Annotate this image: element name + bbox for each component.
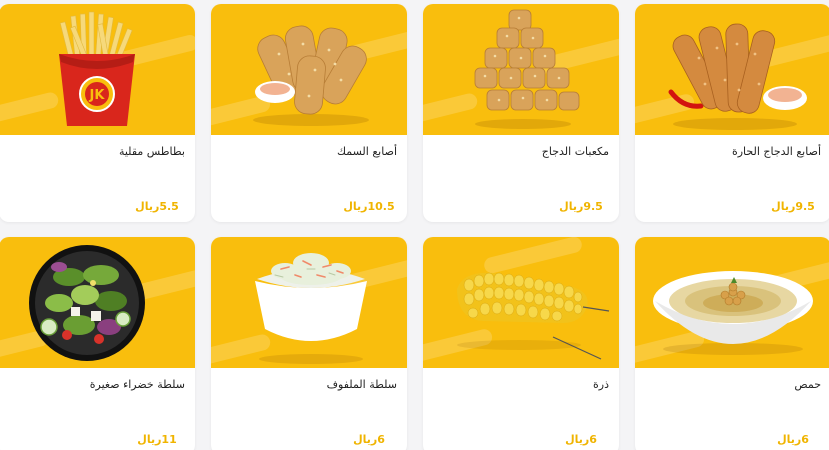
item-price: 11ريال: [137, 433, 177, 446]
item-photo: [211, 237, 407, 368]
item-price: 6ريال: [353, 433, 385, 446]
item-price: 6ريال: [777, 433, 809, 446]
menu-item-card[interactable]: أصابع السمك 10.5ريال: [211, 4, 407, 222]
menu-item-card[interactable]: ذرة 6ريال: [423, 237, 619, 450]
item-name: حمص: [794, 378, 821, 391]
item-photo: [0, 237, 195, 368]
corn-icon: [457, 272, 610, 360]
item-name: بطاطس مقلية: [118, 145, 185, 158]
menu-item-card[interactable]: أصابع الدجاج الحارة 9.5ريال: [635, 4, 829, 222]
item-name: أصابع الدجاج الحارة: [731, 145, 821, 158]
menu-item-card[interactable]: مكعبات الدجاج 9.5ريال: [423, 4, 619, 222]
item-photo: [211, 4, 407, 135]
item-photo: [423, 4, 619, 135]
item-price: 10.5ريال: [343, 200, 395, 213]
menu-item-card[interactable]: سلطة الملفوف 6ريال: [211, 237, 407, 450]
item-photo: [635, 237, 829, 368]
item-price: 6ريال: [565, 433, 597, 446]
item-photo: [635, 4, 829, 135]
green-salad-icon: [29, 245, 145, 361]
menu-item-card[interactable]: حمص 6ريال: [635, 237, 829, 450]
spicy-chicken-fingers-icon: [668, 23, 807, 130]
item-photo: JK: [0, 4, 195, 135]
item-price: 9.5ريال: [559, 200, 603, 213]
item-name: سلطة الملفوف: [326, 378, 397, 391]
item-name: أصابع السمك: [336, 145, 397, 158]
item-name: سلطة خضراء صغيرة: [89, 378, 185, 391]
fish-fingers-icon: [253, 25, 369, 126]
item-price: 5.5ريال: [135, 200, 179, 213]
coleslaw-icon: [255, 253, 367, 364]
menu-grid: JK بطاطس مقلية 5.5ريال أصابع السمك 10.5ر…: [0, 0, 829, 450]
fries-icon: JK: [59, 11, 135, 126]
svg-text:JK: JK: [89, 88, 106, 103]
menu-item-card[interactable]: JK بطاطس مقلية 5.5ريال: [0, 4, 195, 222]
chicken-cubes-icon: [474, 9, 580, 129]
hummus-icon: [653, 271, 813, 355]
item-name: ذرة: [593, 378, 609, 391]
item-name: مكعبات الدجاج: [541, 145, 609, 158]
menu-item-card[interactable]: سلطة خضراء صغيرة 11ريال: [0, 237, 195, 450]
item-price: 9.5ريال: [771, 200, 815, 213]
item-photo: [423, 237, 619, 368]
